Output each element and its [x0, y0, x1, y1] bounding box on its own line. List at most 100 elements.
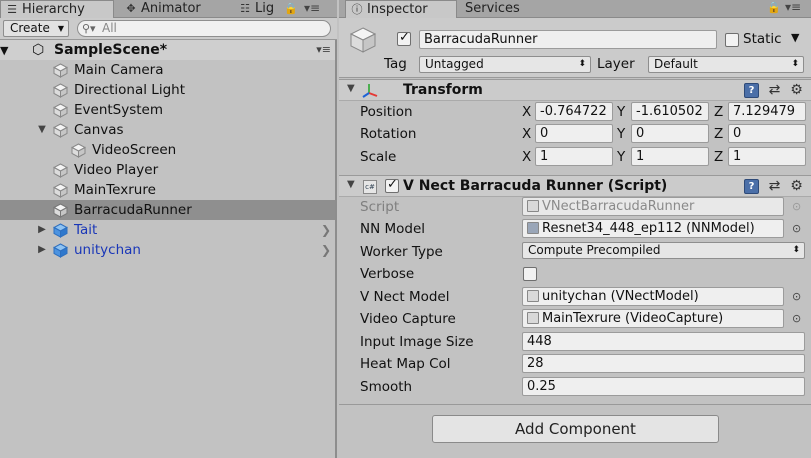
scene-row[interactable]: ▼ ⬡ SampleScene* ▾≡ — [0, 40, 335, 60]
rotation-x-field[interactable]: 0 — [535, 124, 613, 143]
more-options-icon[interactable]: ▾≡ — [304, 0, 320, 17]
object-picker-icon[interactable]: ⊙ — [792, 312, 801, 325]
gameobject-icon — [53, 123, 68, 138]
vnect-model-field[interactable]: unitychan (VNectModel) — [522, 287, 784, 306]
transform-icon — [361, 82, 379, 103]
tab-animator[interactable]: ✥ Animator — [120, 0, 230, 18]
gameobject-icon — [53, 203, 68, 218]
heat-map-col-field[interactable]: 28 — [522, 354, 805, 373]
tab-inspector[interactable]: ⓘ Inspector — [345, 0, 457, 18]
scene-menu-icon[interactable]: ▾≡ — [316, 40, 331, 60]
rotation-z-field[interactable]: 0 — [728, 124, 806, 143]
fold-open-icon[interactable]: ▼ — [36, 120, 48, 140]
worker-type-dropdown[interactable]: Compute Precompiled ⬍ — [522, 242, 805, 259]
updown-arrow-icon: ⬍ — [791, 59, 799, 69]
hierarchy-item-maintexrure[interactable]: MainTexrure — [0, 180, 335, 200]
chevron-right-icon[interactable]: ❯ — [321, 240, 331, 260]
gameobject-icon — [53, 163, 68, 178]
layer-dropdown[interactable]: Default ⬍ — [648, 56, 804, 73]
animator-icon: ✥ — [126, 2, 136, 15]
static-checkbox[interactable] — [725, 33, 739, 47]
gear-icon[interactable]: ⚙ — [789, 179, 804, 194]
gameobject-icon — [53, 183, 68, 198]
verbose-checkbox[interactable] — [523, 267, 537, 281]
script-component-header[interactable]: ▼ c# V Nect Barracuda Runner (Script) ? … — [339, 175, 811, 197]
fold-open-icon[interactable]: ▼ — [0, 44, 8, 57]
add-component-button[interactable]: Add Component — [432, 415, 719, 443]
updown-arrow-icon: ⬍ — [792, 245, 800, 255]
create-button[interactable]: Create ▼ — [3, 20, 69, 37]
hierarchy-item-canvas[interactable]: ▼ Canvas — [0, 120, 335, 140]
component-ref-icon — [527, 312, 539, 324]
fold-closed-icon[interactable]: ▶ — [36, 240, 48, 260]
scale-x-field[interactable]: 1 — [535, 147, 613, 166]
hierarchy-toolbar: Create ▼ ⚲▾ All — [0, 18, 337, 40]
video-capture-field[interactable]: MainTexrure (VideoCapture) — [522, 309, 784, 328]
updown-arrow-icon: ⬍ — [578, 59, 586, 69]
hierarchy-item-video-player[interactable]: Video Player — [0, 160, 335, 180]
help-icon[interactable]: ? — [744, 179, 759, 194]
tag-dropdown[interactable]: Untagged ⬍ — [419, 56, 591, 73]
script-file-icon — [527, 200, 539, 212]
help-icon[interactable]: ? — [744, 83, 759, 98]
input-image-size-field[interactable]: 448 — [522, 332, 805, 351]
hierarchy-panel: ☰ Hierarchy ✥ Animator ☷ Lig 🔒 ▾≡ Create ▼ ⚲… — [0, 0, 337, 458]
hierarchy-item-videoscreen[interactable]: VideoScreen — [0, 140, 335, 160]
lighting-icon: ☷ — [240, 2, 250, 15]
preset-icon[interactable]: ⇄ — [767, 83, 782, 98]
component-divider — [339, 404, 811, 405]
fold-open-icon[interactable]: ▼ — [347, 83, 355, 94]
nnmodel-icon — [527, 222, 539, 234]
scale-z-field[interactable]: 1 — [728, 147, 806, 166]
gameobject-icon — [53, 83, 68, 98]
hierarchy-item-tait[interactable]: ▶ Tait ❯ — [0, 220, 335, 240]
position-z-field[interactable]: 7.129479 — [728, 102, 806, 121]
lock-icon[interactable]: 🔒 — [767, 1, 781, 14]
prefab-icon — [53, 223, 68, 238]
hierarchy-item-eventsystem[interactable]: EventSystem — [0, 100, 335, 120]
position-y-field[interactable]: -1.610502 — [631, 102, 709, 121]
info-icon: ⓘ — [351, 3, 363, 16]
smooth-field[interactable]: 0.25 — [522, 377, 805, 396]
object-picker-icon[interactable]: ⊙ — [792, 290, 801, 303]
tab-lighting[interactable]: ☷ Lig 🔒 ▾≡ — [234, 0, 337, 18]
lock-icon[interactable]: 🔒 — [284, 0, 298, 18]
preset-icon[interactable]: ⇄ — [767, 179, 782, 194]
position-x-field[interactable]: -0.764722 — [535, 102, 613, 121]
object-picker-icon[interactable]: ⊙ — [792, 222, 801, 235]
object-picker-icon: ⊙ — [792, 200, 802, 213]
nn-model-field[interactable]: Resnet34_448_ep112 (NNModel) — [522, 219, 784, 238]
tab-hierarchy[interactable]: ☰ Hierarchy — [0, 0, 114, 18]
hierarchy-search-input[interactable]: ⚲▾ All — [77, 20, 331, 37]
more-options-icon[interactable]: ▾≡ — [785, 0, 801, 14]
hierarchy-item-barracudarunner[interactable]: BarracudaRunner — [0, 200, 335, 220]
script-field: VNectBarracudaRunner — [522, 197, 784, 216]
hierarchy-item-directional-light[interactable]: Directional Light — [0, 80, 335, 100]
chevron-right-icon[interactable]: ❯ — [321, 220, 331, 240]
rotation-y-field[interactable]: 0 — [631, 124, 709, 143]
prefab-icon — [53, 243, 68, 258]
gameobject-header: BarracudaRunner Static ▼ Tag Untagged⬍ L… — [339, 18, 811, 78]
search-icon: ⚲▾ — [82, 22, 96, 35]
gameobject-icon — [53, 103, 68, 118]
chevron-down-icon: ▼ — [57, 24, 64, 33]
transform-component-header[interactable]: ▼ Transform ? ⇄ ⚙ — [339, 79, 811, 101]
static-dropdown-icon[interactable]: ▼ — [791, 31, 799, 44]
gameobject-icon — [53, 63, 68, 78]
tab-services[interactable]: Services — [461, 0, 561, 18]
gameobject-large-icon — [349, 26, 377, 58]
gear-icon[interactable]: ⚙ — [789, 83, 804, 98]
object-name-field[interactable]: BarracudaRunner — [419, 30, 717, 49]
fold-closed-icon[interactable]: ▶ — [36, 220, 48, 240]
inspector-panel: ⓘInspector Services 🔒 ▾≡ BarracudaRunner… — [339, 0, 811, 458]
script-enabled-checkbox[interactable] — [385, 177, 399, 193]
list-icon: ☰ — [7, 3, 17, 16]
csharp-script-icon: c# — [363, 180, 377, 194]
hierarchy-tab-bar: ☰ Hierarchy ✥ Animator ☷ Lig 🔒 ▾≡ — [0, 0, 337, 18]
hierarchy-item-main-camera[interactable]: Main Camera — [0, 60, 335, 80]
fold-open-icon[interactable]: ▼ — [347, 179, 355, 190]
scale-y-field[interactable]: 1 — [631, 147, 709, 166]
active-checkbox[interactable] — [397, 30, 411, 46]
hierarchy-item-unitychan[interactable]: ▶ unitychan ❯ — [0, 240, 335, 260]
unity-logo-icon: ⬡ — [32, 42, 45, 58]
